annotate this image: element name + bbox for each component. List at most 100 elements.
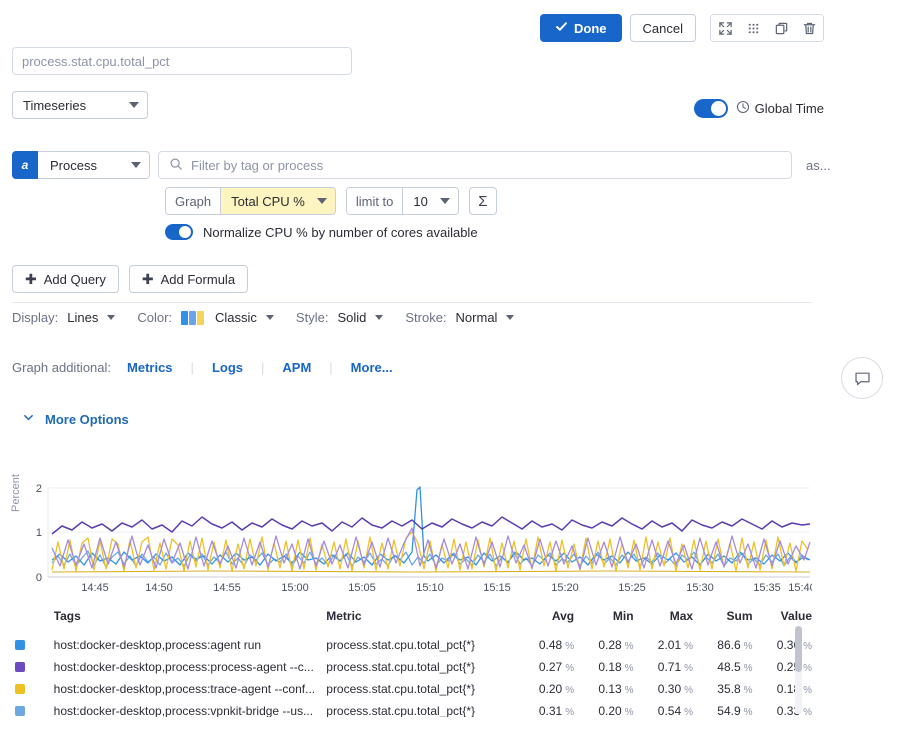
add-formula-button[interactable]: ✚ Add Formula — [128, 265, 249, 293]
series-color-swatch — [12, 662, 54, 672]
svg-text:15:00: 15:00 — [281, 582, 309, 594]
graph-additional-row: Graph additional: Metrics | Logs | APM |… — [12, 360, 393, 375]
copy-icon[interactable] — [767, 15, 795, 41]
legend-min: 0.18% — [598, 660, 634, 674]
svg-text:15:25: 15:25 — [618, 582, 646, 594]
chevron-down-icon — [375, 315, 384, 320]
check-icon — [555, 20, 568, 36]
stroke-width-select[interactable]: Normal — [456, 310, 515, 325]
svg-text:15:05: 15:05 — [348, 582, 376, 594]
color-palette-value: Classic — [215, 310, 257, 325]
legend-metric-header: Metric — [326, 609, 362, 623]
normalize-cpu-toggle[interactable] — [165, 224, 193, 240]
query-source-select[interactable]: Process — [38, 151, 150, 179]
legend-tags: host:docker-desktop,process:agent run — [53, 638, 262, 652]
limit-select[interactable]: 10 — [402, 188, 458, 214]
graph-additional-logs[interactable]: Logs — [212, 360, 243, 375]
graph-label: Graph — [166, 188, 221, 214]
chevron-down-icon — [129, 102, 139, 108]
editor-icon-group — [710, 14, 824, 42]
series-legend-table: Tags Metric Avg Min Max Sum Value host:d… — [12, 604, 812, 717]
svg-text:0: 0 — [36, 572, 42, 584]
legend-sum: 48.5% — [717, 660, 753, 674]
legend-avg: 0.31% — [538, 704, 575, 717]
svg-text:15:10: 15:10 — [416, 582, 444, 594]
editor-toolbar: Done Cancel — [540, 14, 824, 42]
add-query-button[interactable]: ✚ Add Query — [12, 265, 119, 293]
table-row[interactable]: host:docker-desktop,process:agent run pr… — [12, 634, 812, 656]
table-row[interactable]: host:docker-desktop,process:trace-agent … — [12, 678, 812, 700]
legend-sum-header: Sum — [726, 609, 753, 623]
graph-additional-more[interactable]: More... — [351, 360, 393, 375]
svg-text:15:30: 15:30 — [686, 582, 714, 594]
trash-icon[interactable] — [795, 15, 823, 41]
query-filter-input[interactable]: Filter by tag or process — [158, 151, 792, 179]
style-label: Style: — [295, 310, 329, 325]
svg-text:14:50: 14:50 — [145, 582, 173, 594]
add-query-label: Add Query — [43, 271, 106, 287]
expand-icon[interactable] — [711, 15, 739, 41]
query-as-label[interactable]: as... — [806, 158, 831, 173]
graph-metric-value: Total CPU % — [231, 193, 305, 209]
global-time-toggle[interactable] — [693, 99, 728, 118]
graph-additional-apm[interactable]: APM — [282, 360, 311, 375]
more-options-label: More Options — [45, 411, 129, 427]
legend-tags-header: Tags — [53, 609, 81, 623]
aggregator-button[interactable]: Σ — [468, 187, 497, 215]
display-label: Display: — [12, 310, 59, 325]
series-color-swatch — [12, 640, 54, 650]
graph-by-row: Graph Total CPU % limit to 10 Σ — [165, 187, 497, 215]
graph-additional-metrics[interactable]: Metrics — [127, 360, 173, 375]
legend-value: 0.18% — [776, 682, 812, 696]
timeseries-chart[interactable]: 2 1 0 14:45 14:50 14:55 15:00 15:05 15:1… — [12, 470, 816, 595]
svg-text:2: 2 — [36, 483, 42, 495]
table-row[interactable]: host:docker-desktop,process:process-agen… — [12, 656, 812, 678]
palette-swatch-icon — [181, 310, 205, 325]
limit-label: limit to — [346, 188, 403, 214]
global-time-control: Global Time — [693, 99, 824, 118]
graph-editor-panel: Done Cancel process.stat.cpu.total_pct T… — [0, 0, 904, 729]
chevron-down-icon — [22, 411, 35, 427]
svg-text:14:55: 14:55 — [213, 582, 241, 594]
svg-text:15:20: 15:20 — [551, 582, 579, 594]
cancel-button[interactable]: Cancel — [629, 14, 696, 42]
legend-min: 0.28% — [598, 638, 634, 652]
table-row[interactable]: host:docker-desktop,process:vpnkit-bridg… — [12, 700, 812, 717]
series-color-swatch — [12, 684, 54, 694]
legend-avg: 0.20% — [538, 682, 575, 696]
svg-text:1: 1 — [36, 527, 42, 539]
line-style-select[interactable]: Solid — [337, 310, 384, 325]
drag-grid-icon[interactable] — [739, 15, 767, 41]
legend-max: 0.71% — [657, 660, 694, 674]
color-palette-select[interactable]: Classic — [181, 310, 274, 325]
graph-additional-label: Graph additional: — [12, 360, 112, 375]
legend-value: 0.25% — [776, 660, 812, 674]
query-filter-placeholder: Filter by tag or process — [191, 157, 324, 173]
chevron-down-icon — [107, 315, 116, 320]
chevron-down-icon — [131, 162, 141, 168]
chart-svg: 2 1 0 14:45 14:50 14:55 15:00 15:05 15:1… — [36, 483, 816, 594]
chevron-down-icon — [439, 198, 450, 204]
chevron-down-icon — [506, 315, 515, 320]
plus-icon: ✚ — [25, 271, 37, 287]
chevron-down-icon — [265, 315, 274, 320]
graph-title-input[interactable] — [12, 47, 352, 75]
more-options-toggle[interactable]: More Options — [22, 411, 129, 427]
chat-bubble-icon[interactable] — [841, 357, 883, 399]
svg-text:14:45: 14:45 — [81, 582, 109, 594]
divider: | — [261, 360, 265, 375]
add-formula-label: Add Formula — [160, 271, 236, 287]
svg-text:15:40: 15:40 — [788, 582, 812, 594]
done-label: Done — [574, 20, 607, 36]
section-divider — [12, 302, 812, 303]
series-color-swatch — [12, 706, 54, 716]
done-button[interactable]: Done — [540, 14, 622, 42]
legend-min-header: Min — [612, 609, 634, 623]
legend-value-header: Value — [780, 609, 812, 623]
display-type-select[interactable]: Lines — [67, 310, 116, 325]
legend-scrollbar[interactable] — [795, 626, 802, 714]
scrollbar-thumb[interactable] — [795, 626, 802, 672]
legend-header-row: Tags Metric Avg Min Max Sum Value — [12, 604, 812, 628]
visualization-type-select[interactable]: Timeseries — [12, 91, 148, 119]
graph-metric-select[interactable]: Total CPU % — [220, 188, 335, 214]
